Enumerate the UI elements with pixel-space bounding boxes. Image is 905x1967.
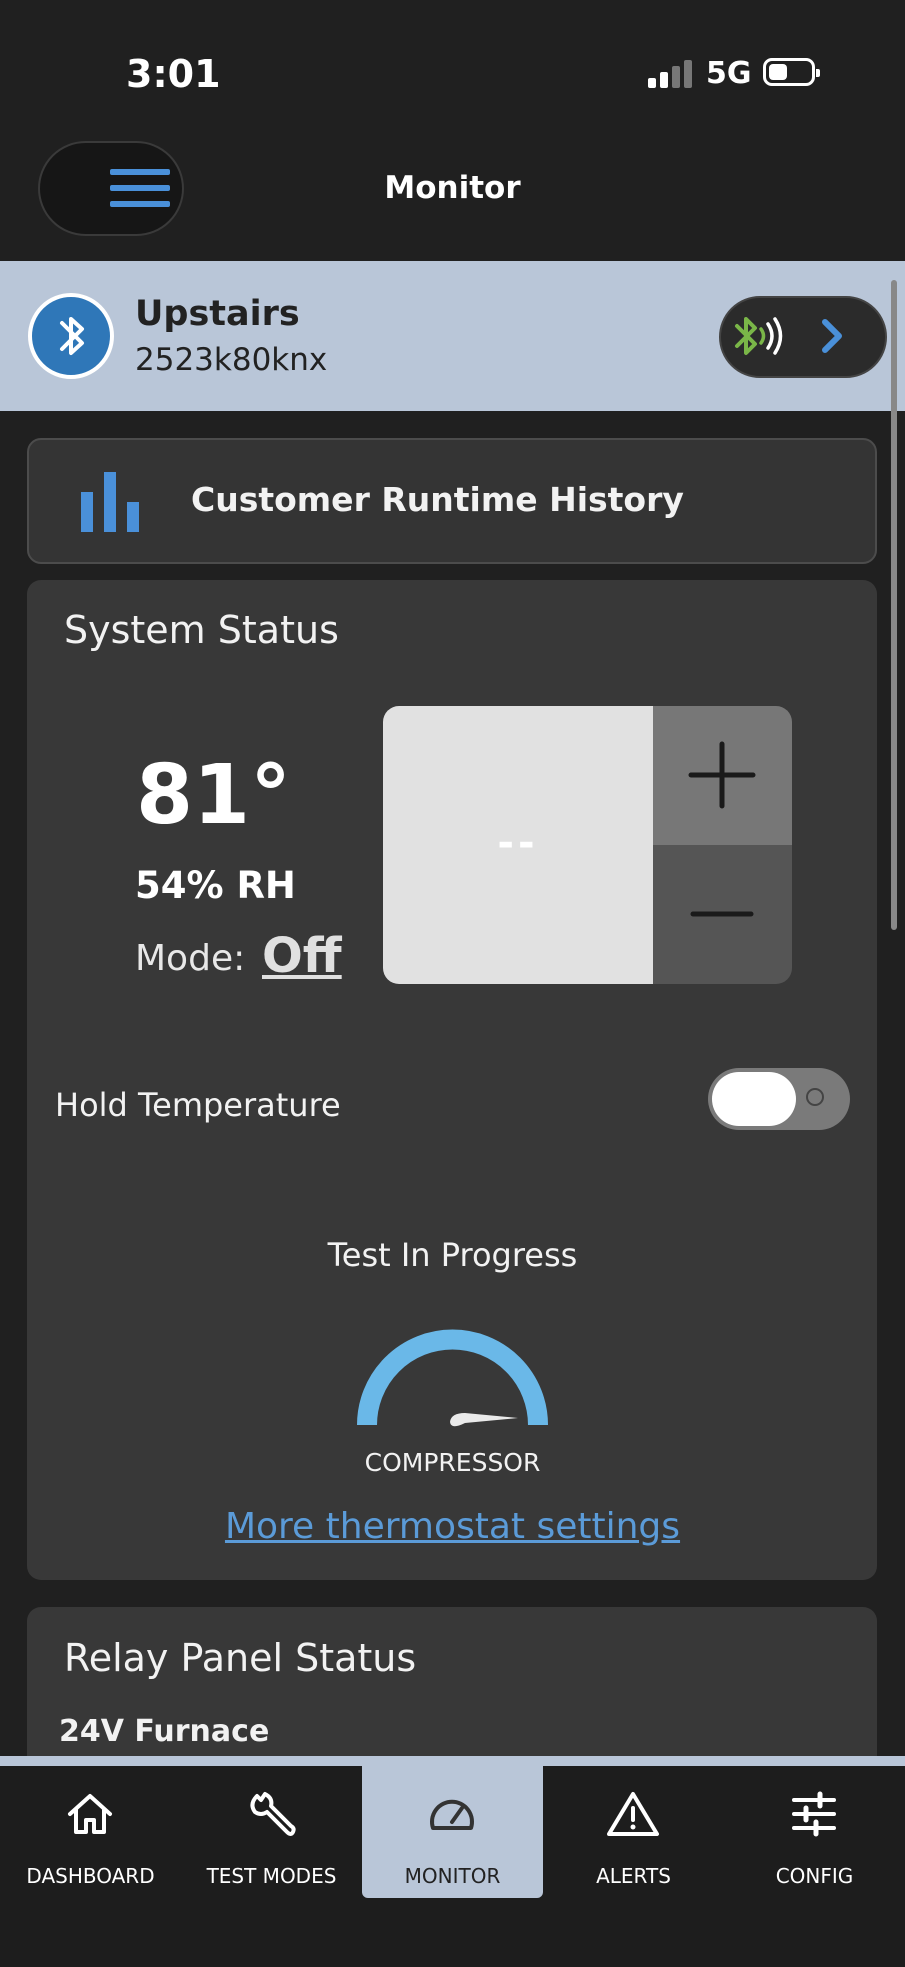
thermostat-settings-link[interactable]: More thermostat settings (0, 1506, 905, 1547)
nav-separator (0, 1756, 905, 1766)
nav-config[interactable]: CONFIG (724, 1766, 905, 1896)
wrench-icon (250, 1792, 296, 1836)
nav-monitor-label: MONITOR (404, 1864, 501, 1888)
network-type: 5G (706, 56, 752, 91)
nav-dashboard[interactable]: DASHBOARD (0, 1766, 181, 1896)
mode-selector[interactable]: Off (262, 928, 342, 984)
status-time: 3:01 (126, 52, 221, 96)
bluetooth-connected-icon (735, 317, 783, 355)
minus-icon (690, 911, 754, 917)
runtime-history-label: Customer Runtime History (191, 480, 684, 519)
scrollbar[interactable] (891, 280, 897, 930)
current-temperature: 81° (136, 748, 292, 843)
humidity: 54% RH (135, 864, 296, 907)
bar-chart-icon (81, 472, 139, 532)
compressor-gauge (357, 1329, 548, 1427)
sliders-icon (792, 1791, 836, 1837)
warning-icon (607, 1792, 659, 1836)
nav-dashboard-label: DASHBOARD (26, 1864, 155, 1888)
gauge-icon (430, 1799, 474, 1830)
increase-setpoint-button[interactable] (653, 706, 792, 845)
chevron-right-icon (822, 319, 842, 353)
mode-label: Mode: (135, 938, 246, 979)
hold-temperature-toggle[interactable] (708, 1068, 850, 1130)
setpoint-value: -- (497, 820, 539, 866)
nav-alerts[interactable]: ALERTS (543, 1766, 724, 1896)
decrease-setpoint-button[interactable] (653, 845, 792, 984)
bluetooth-icon (28, 293, 114, 379)
nav-test-modes[interactable]: TEST MODES (181, 1766, 362, 1896)
device-serial: 2523k80knx (135, 342, 328, 378)
relay-panel-subtitle: 24V Furnace (59, 1714, 270, 1749)
device-name: Upstairs (135, 294, 300, 334)
stage-label: COMPRESSOR (364, 1448, 541, 1477)
nav-monitor[interactable]: MONITOR (362, 1766, 543, 1898)
plus-icon (688, 741, 756, 809)
page-title: Monitor (384, 170, 521, 206)
battery-icon (763, 58, 820, 86)
nav-config-label: CONFIG (775, 1864, 854, 1888)
home-icon (68, 1794, 112, 1834)
hold-temperature-label: Hold Temperature (55, 1086, 341, 1124)
device-connection-button[interactable] (719, 296, 887, 378)
relay-panel-title: Relay Panel Status (64, 1636, 417, 1680)
test-progress-label: Test In Progress (327, 1236, 578, 1274)
system-status-title: System Status (64, 608, 339, 652)
signal-icon (648, 60, 692, 88)
gauge-needle (450, 1413, 518, 1427)
nav-alerts-label: ALERTS (596, 1864, 671, 1888)
nav-test-modes-label: TEST MODES (206, 1864, 337, 1888)
